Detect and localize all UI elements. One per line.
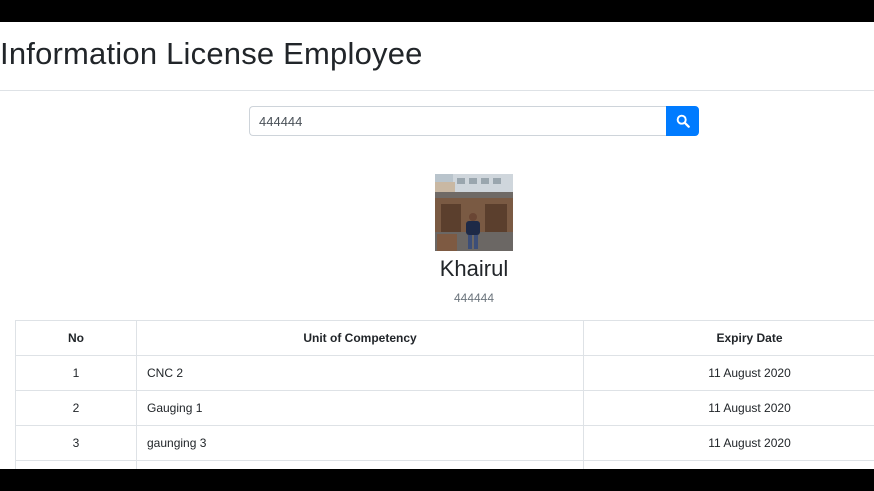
search-icon bbox=[676, 114, 690, 128]
cell-no: 3 bbox=[15, 425, 137, 461]
cell-expiry: 11 August 2020 bbox=[583, 355, 874, 391]
search-bar bbox=[249, 106, 699, 136]
cell-expiry: 11 August 2020 bbox=[583, 425, 874, 461]
cell-unit: Gauging 1 bbox=[136, 390, 584, 426]
table-header-row: No Unit of Competency Expiry Date bbox=[15, 320, 874, 356]
competency-table-wrapper: No Unit of Competency Expiry Date 1 CNC … bbox=[15, 320, 874, 469]
avatar bbox=[435, 174, 513, 251]
cell-no: 2 bbox=[15, 390, 137, 426]
cell-unit: CNC 2 bbox=[136, 355, 584, 391]
header-divider bbox=[0, 90, 874, 91]
letterbox-top bbox=[0, 0, 874, 22]
table-row: 2 Gauging 1 11 August 2020 bbox=[15, 390, 874, 426]
page-content: Information License Employee 444444 Khai… bbox=[0, 22, 874, 469]
profile-name: Khairul bbox=[439, 256, 509, 281]
page-title: Information License Employee bbox=[0, 36, 423, 71]
competency-table: No Unit of Competency Expiry Date 1 CNC … bbox=[15, 320, 874, 469]
cell-unit bbox=[136, 460, 584, 469]
cell-expiry bbox=[583, 460, 874, 469]
table-row bbox=[15, 460, 874, 469]
letterbox-bottom bbox=[0, 469, 874, 491]
cell-unit: gaunging 3 bbox=[136, 425, 584, 461]
column-header-expiry: Expiry Date bbox=[583, 320, 874, 356]
cell-no bbox=[15, 460, 137, 469]
cell-no: 1 bbox=[15, 355, 137, 391]
column-header-unit: Unit of Competency bbox=[136, 320, 584, 356]
search-button[interactable] bbox=[666, 106, 699, 136]
profile-photo bbox=[435, 174, 513, 251]
profile-employee-id: 444444 bbox=[453, 291, 495, 305]
search-input[interactable] bbox=[249, 106, 666, 136]
table-row: 1 CNC 2 11 August 2020 bbox=[15, 355, 874, 391]
cell-expiry: 11 August 2020 bbox=[583, 390, 874, 426]
table-row: 3 gaunging 3 11 August 2020 bbox=[15, 425, 874, 461]
column-header-no: No bbox=[15, 320, 137, 356]
